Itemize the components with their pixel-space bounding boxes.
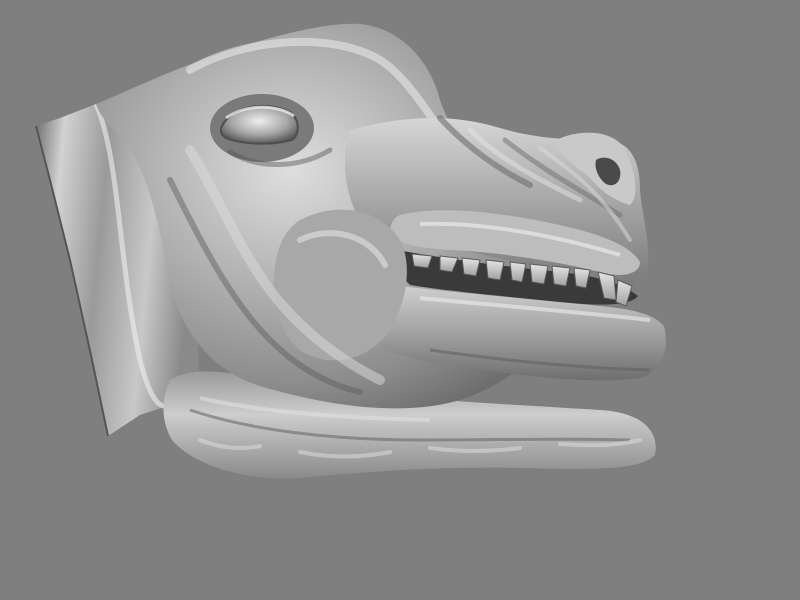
model-render xyxy=(35,23,666,479)
3d-viewport[interactable] xyxy=(0,0,800,600)
tooth xyxy=(411,253,433,269)
